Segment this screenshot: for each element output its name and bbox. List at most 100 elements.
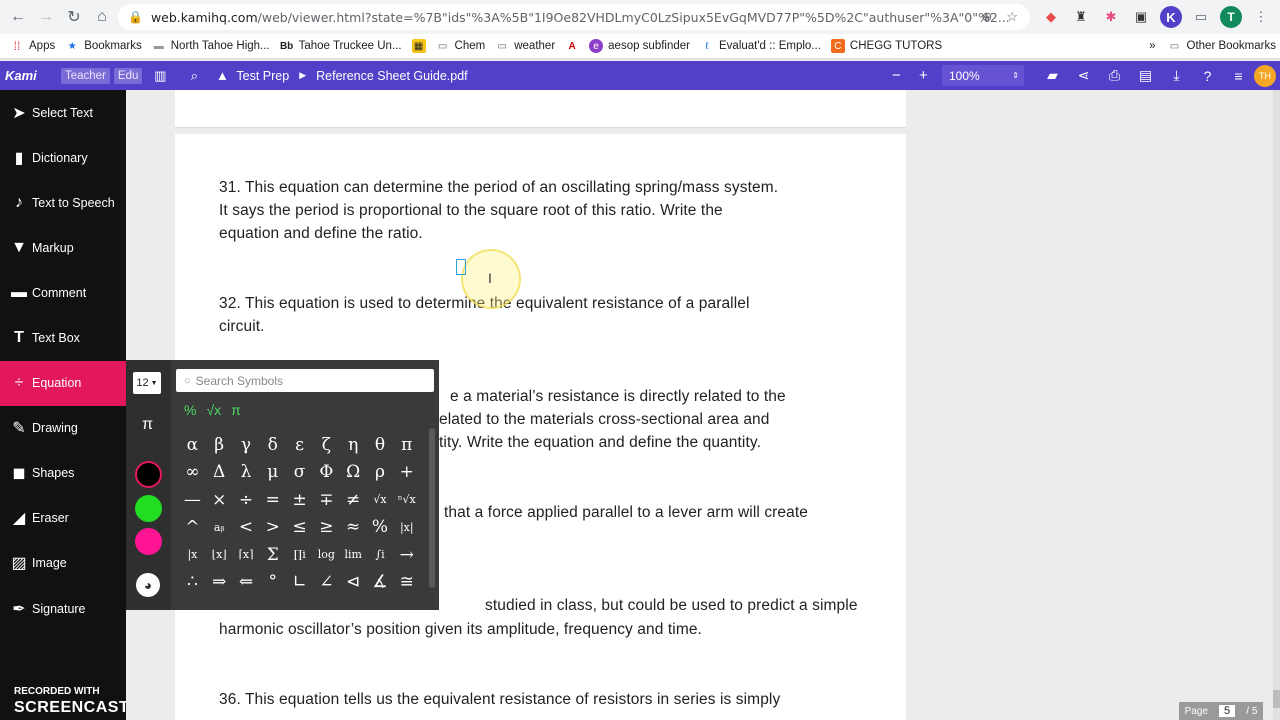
extension-icon[interactable]: ▣: [1130, 6, 1152, 28]
symbol-button[interactable]: =: [259, 486, 286, 514]
other-bookmarks[interactable]: ▭ Other Bookmarks: [1168, 39, 1276, 53]
symbol-scrollbar[interactable]: [429, 428, 435, 588]
bookmark-item[interactable]: ▭ weather: [495, 39, 556, 53]
symbol-button[interactable]: μ: [259, 459, 286, 487]
kami-extension-icon[interactable]: K: [1160, 6, 1182, 28]
symbol-button[interactable]: Φ: [313, 459, 340, 487]
symbol-button[interactable]: ≈: [340, 514, 367, 542]
breadcrumb-folder[interactable]: Test Prep: [236, 69, 289, 83]
tool-image[interactable]: ▨ Image: [0, 541, 126, 586]
symbol-button[interactable]: ⊲: [340, 569, 367, 597]
equation-insert-box[interactable]: [456, 259, 466, 275]
tool-text-box[interactable]: T Text Box: [0, 315, 126, 360]
pi-button[interactable]: π: [142, 416, 153, 434]
bookmark-apps[interactable]: ⁞⁞ Apps: [10, 39, 56, 53]
tab-pi[interactable]: π: [231, 402, 241, 418]
symbol-button[interactable]: °: [259, 569, 286, 597]
zoom-out-button[interactable]: −: [892, 67, 901, 84]
tool-dictionary[interactable]: ▮ Dictionary: [0, 135, 126, 180]
symbol-button[interactable]: %: [367, 514, 394, 542]
color-swatch-black[interactable]: [135, 461, 162, 488]
symbol-button[interactable]: ≤: [286, 514, 313, 542]
symbol-button[interactable]: →: [393, 541, 420, 569]
extension-icon[interactable]: ◆: [1040, 6, 1062, 28]
back-button[interactable]: ←: [4, 3, 32, 31]
symbol-button[interactable]: ≥: [313, 514, 340, 542]
symbol-button[interactable]: |x: [179, 541, 206, 569]
tool-text-to-speech[interactable]: ♪ Text to Speech: [0, 180, 126, 225]
tool-eraser[interactable]: ◢ Eraser: [0, 496, 126, 541]
bookmark-item[interactable]: C CHEGG TUTORS: [830, 39, 942, 53]
symbol-button[interactable]: —: [179, 486, 206, 514]
document-scrollbar[interactable]: [1273, 90, 1280, 720]
extension-icon[interactable]: ✱: [1100, 6, 1122, 28]
color-swatch-pink[interactable]: [135, 528, 162, 555]
symbol-button[interactable]: >: [259, 514, 286, 542]
symbol-button[interactable]: aᵦ: [206, 514, 233, 542]
symbol-button[interactable]: λ: [233, 459, 260, 487]
bookmark-item[interactable]: ★ Bookmarks: [65, 39, 142, 53]
address-bar[interactable]: 🔒 web.kamihq.com/web/viewer.html?state=%…: [118, 4, 1030, 30]
symbol-button[interactable]: Ω: [340, 459, 367, 487]
user-avatar[interactable]: TH: [1254, 64, 1276, 87]
scrollbar-thumb[interactable]: [1273, 690, 1280, 708]
page-number-input[interactable]: 5: [1219, 705, 1236, 717]
extension-icon[interactable]: ♜: [1070, 6, 1092, 28]
reload-button[interactable]: ↻: [60, 3, 88, 31]
share-icon[interactable]: ⋖: [1068, 67, 1099, 84]
print-icon[interactable]: ⎙: [1099, 67, 1130, 84]
symbol-button[interactable]: ∴: [179, 569, 206, 597]
bookmarks-more[interactable]: »: [1149, 40, 1155, 52]
tool-equation[interactable]: ÷ Equation: [0, 360, 126, 406]
bookmark-item[interactable]: ℓ Evaluat'd :: Emplo...: [700, 39, 821, 53]
symbol-button[interactable]: ∠: [313, 569, 340, 597]
color-swatch-green[interactable]: [135, 495, 162, 522]
symbol-button[interactable]: η: [340, 431, 367, 459]
star-icon[interactable]: ☆: [1006, 9, 1018, 25]
symbol-button[interactable]: ∡: [367, 569, 394, 597]
open-folder-icon[interactable]: ▰: [1037, 67, 1068, 84]
tool-comment[interactable]: ▬ Comment: [0, 270, 126, 315]
symbol-button[interactable]: β: [206, 431, 233, 459]
add-icon[interactable]: ⊕: [981, 9, 992, 25]
home-button[interactable]: ⌂: [88, 3, 116, 31]
tool-markup[interactable]: ▼ Markup: [0, 225, 126, 270]
bookmark-item[interactable]: Bb Tahoe Truckee Un...: [280, 39, 402, 53]
tab-percent[interactable]: %: [184, 402, 196, 418]
tab-sqrt[interactable]: √x: [206, 402, 221, 418]
symbol-button[interactable]: ∓: [313, 486, 340, 514]
download-icon[interactable]: ⤓: [1161, 67, 1192, 84]
symbol-button[interactable]: +: [393, 459, 420, 487]
search-icon[interactable]: ⌕: [180, 68, 208, 84]
symbol-button[interactable]: δ: [259, 431, 286, 459]
symbol-button[interactable]: <: [233, 514, 260, 542]
zoom-select[interactable]: 100% ⇕: [942, 65, 1024, 86]
symbol-button[interactable]: α: [179, 431, 206, 459]
sidebar-toggle-icon[interactable]: ▥: [146, 68, 174, 84]
symbol-button[interactable]: ×: [206, 486, 233, 514]
symbol-button[interactable]: γ: [233, 431, 260, 459]
symbol-button[interactable]: ^: [179, 514, 206, 542]
breadcrumb-file[interactable]: Reference Sheet Guide.pdf: [316, 69, 468, 83]
save-icon[interactable]: ▤: [1130, 67, 1161, 84]
symbol-button[interactable]: ⇐: [233, 569, 260, 597]
symbol-button[interactable]: ⁿ√x: [393, 486, 420, 514]
symbol-button[interactable]: log: [313, 541, 340, 569]
symbol-button[interactable]: ε: [286, 431, 313, 459]
tool-select-text[interactable]: ➤ Select Text: [0, 90, 126, 135]
symbol-search-input[interactable]: ○ Search Symbols: [176, 369, 434, 392]
symbol-button[interactable]: ±: [286, 486, 313, 514]
symbol-button[interactable]: ∏i: [286, 541, 313, 569]
symbol-button[interactable]: lim: [340, 541, 367, 569]
bookmark-item[interactable]: ▭ Chem: [436, 39, 485, 53]
profile-avatar[interactable]: T: [1220, 6, 1242, 28]
symbol-button[interactable]: √x: [367, 486, 394, 514]
drive-icon[interactable]: ▲: [208, 68, 236, 83]
symbol-button[interactable]: |x|: [393, 514, 420, 542]
symbol-button[interactable]: ≠: [340, 486, 367, 514]
symbol-button[interactable]: σ: [286, 459, 313, 487]
symbol-button[interactable]: Σ: [259, 541, 286, 569]
symbol-button[interactable]: ∞: [179, 459, 206, 487]
symbol-button[interactable]: ⌈x⌉: [233, 541, 260, 569]
tool-drawing[interactable]: ✎ Drawing: [0, 406, 126, 451]
